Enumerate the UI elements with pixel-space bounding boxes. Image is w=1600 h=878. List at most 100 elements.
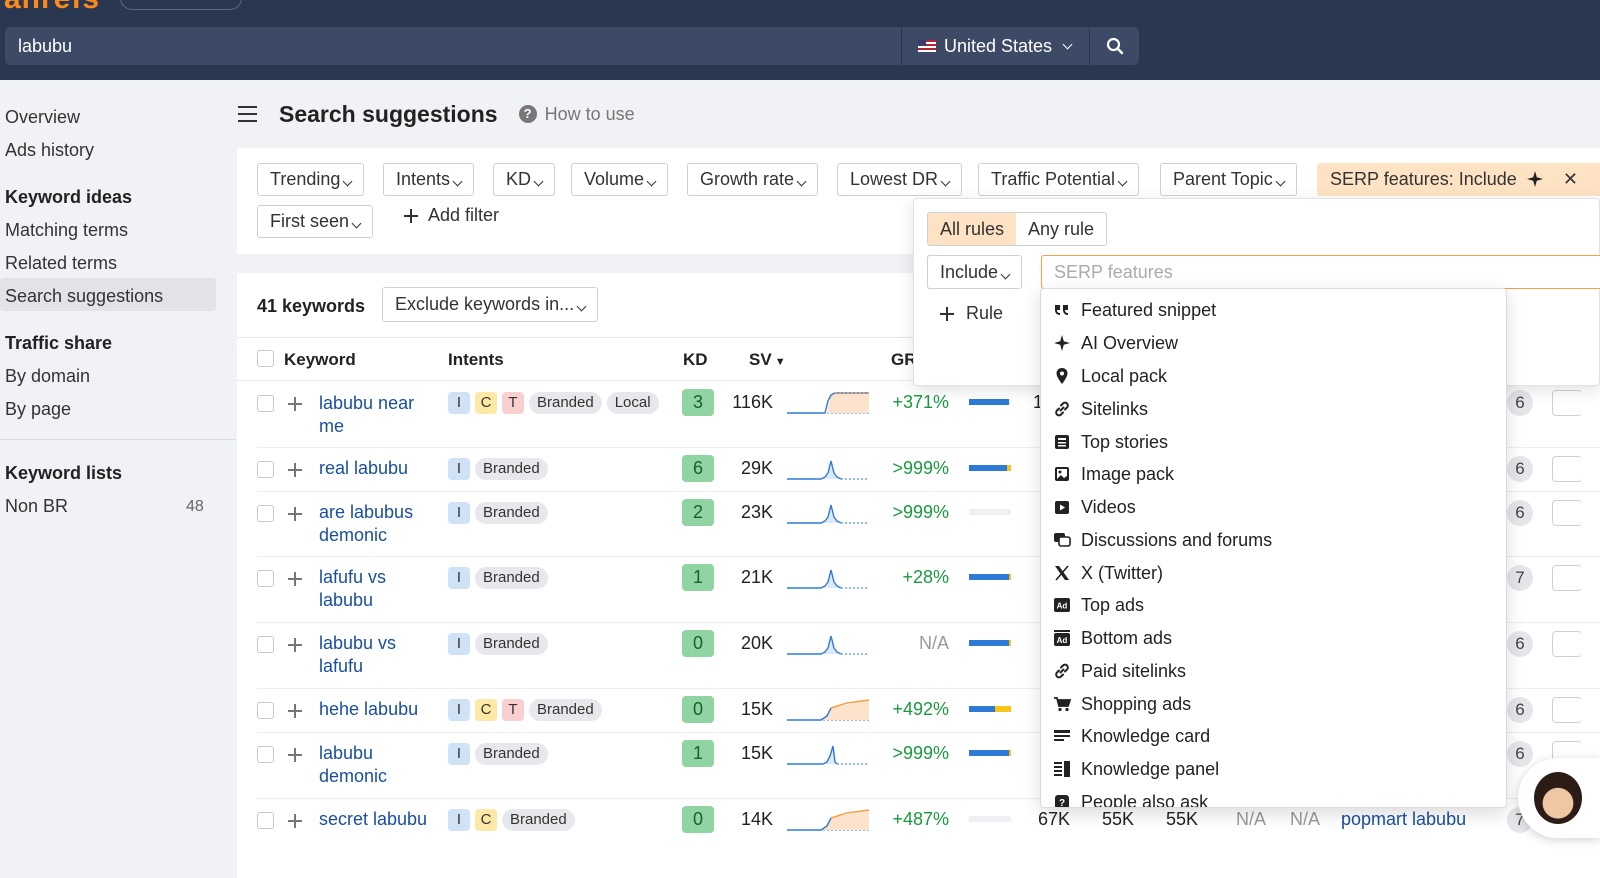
include-dropdown[interactable]: Include xyxy=(927,255,1023,289)
keyword-link[interactable]: lafufu vs labubu xyxy=(319,566,434,612)
chevron-down-icon xyxy=(1117,176,1128,187)
menu-item-featured-snippet[interactable]: Featured snippet xyxy=(1053,294,1216,326)
sidebar: Overview Ads history Keyword ideas Match… xyxy=(0,80,236,878)
add-to-list-icon[interactable] xyxy=(288,638,302,652)
add-to-list-icon[interactable] xyxy=(288,463,302,477)
parent-topic-link[interactable]: popmart labubu xyxy=(1341,809,1466,830)
keyword-link[interactable]: real labubu xyxy=(319,457,449,480)
sidebar-item-by-page[interactable]: By page xyxy=(5,399,71,420)
sidebar-item-by-domain[interactable]: By domain xyxy=(5,366,90,387)
intent-tags: I C T Branded Local xyxy=(448,392,659,414)
row-checkbox[interactable] xyxy=(257,505,274,522)
close-icon[interactable]: ✕ xyxy=(1563,169,1578,189)
add-to-list-icon[interactable] xyxy=(288,748,302,762)
row-checkbox[interactable] xyxy=(257,746,274,763)
row-action-button[interactable] xyxy=(1552,456,1582,482)
filter-traffic-potential[interactable]: Traffic Potential xyxy=(978,163,1140,196)
sidebar-item-matching-terms[interactable]: Matching terms xyxy=(5,220,128,241)
filter-first-seen[interactable]: First seen xyxy=(257,205,374,238)
support-chat-launcher[interactable] xyxy=(1518,758,1600,838)
row-checkbox[interactable] xyxy=(257,702,274,719)
keyword-link[interactable]: labubu near me xyxy=(319,392,434,438)
menu-item-sitelinks[interactable]: Sitelinks xyxy=(1053,393,1148,425)
serp-feature-count: 6 xyxy=(1507,741,1533,767)
menu-item-local-pack[interactable]: Local pack xyxy=(1053,360,1167,392)
workspace-switcher[interactable] xyxy=(120,0,242,10)
country-selector[interactable]: United States xyxy=(901,27,1089,65)
trend-sparkline xyxy=(787,635,869,655)
any-rule-option[interactable]: Any rule xyxy=(1016,213,1106,245)
row-checkbox[interactable] xyxy=(257,812,274,829)
serp-features-input[interactable] xyxy=(1041,255,1600,289)
sidebar-item-related-terms[interactable]: Related terms xyxy=(5,253,117,274)
row-action-button[interactable] xyxy=(1552,697,1582,723)
how-to-use-link[interactable]: ? How to use xyxy=(518,104,635,125)
sidebar-item-overview[interactable]: Overview xyxy=(5,107,80,128)
menu-item-shopping-ads[interactable]: Shopping ads xyxy=(1053,688,1191,720)
add-to-list-icon[interactable] xyxy=(288,507,302,521)
sidebar-item-keyword-list[interactable]: Non BR xyxy=(5,496,68,517)
add-rule-button[interactable]: Rule xyxy=(940,303,1003,324)
ahrefs-logo[interactable]: ahrefs xyxy=(4,0,100,16)
filter-lowest-dr[interactable]: Lowest DR xyxy=(837,163,963,196)
all-rules-option[interactable]: All rules xyxy=(928,213,1017,245)
menu-item-knowledge-panel[interactable]: Knowledge panel xyxy=(1053,753,1219,785)
keyword-search-input[interactable] xyxy=(5,27,901,65)
menu-item-label: Image pack xyxy=(1081,463,1175,484)
column-header-kd[interactable]: KD xyxy=(683,350,708,370)
menu-toggle-icon[interactable] xyxy=(238,106,257,122)
keyword-link[interactable]: secret labubu xyxy=(319,808,434,831)
select-all-checkbox[interactable] xyxy=(257,350,274,367)
row-action-button[interactable] xyxy=(1552,500,1582,526)
filter-intents[interactable]: Intents xyxy=(383,163,475,196)
menu-item-discussions-and-forums[interactable]: Discussions and forums xyxy=(1053,524,1272,556)
sidebar-item-search-suggestions[interactable]: Search suggestions xyxy=(5,286,163,307)
row-action-button[interactable] xyxy=(1552,631,1582,657)
add-to-list-icon[interactable] xyxy=(288,572,302,586)
add-filter-button[interactable]: Add filter xyxy=(404,205,499,226)
menu-item-label: People also ask xyxy=(1081,791,1209,808)
filter-parent-topic[interactable]: Parent Topic xyxy=(1160,163,1297,196)
row-checkbox[interactable] xyxy=(257,636,274,653)
menu-item-bottom-ads[interactable]: Ad Bottom ads xyxy=(1053,622,1172,654)
menu-item-top-stories[interactable]: Top stories xyxy=(1053,426,1168,458)
keyword-link[interactable]: labubu vs lafufu xyxy=(319,632,434,678)
column-header-sv[interactable]: SV ▼ xyxy=(749,350,786,370)
exclude-keywords-dropdown[interactable]: Exclude keywords in... xyxy=(382,287,599,322)
row-checkbox[interactable] xyxy=(257,570,274,587)
filter-volume[interactable]: Volume xyxy=(571,163,669,196)
row-action-button[interactable] xyxy=(1552,565,1582,591)
filter-serp-features[interactable]: SERP features: Include ✕ xyxy=(1317,163,1600,196)
growth-rate: +492% xyxy=(892,699,949,719)
add-to-list-icon[interactable] xyxy=(288,397,302,411)
filter-kd[interactable]: KD xyxy=(493,163,556,196)
row-checkbox[interactable] xyxy=(257,395,274,412)
serp-feature-count: 6 xyxy=(1507,631,1533,657)
add-to-list-icon[interactable] xyxy=(288,704,302,718)
menu-item-x-twitter[interactable]: X (Twitter) xyxy=(1053,557,1163,589)
filter-trending[interactable]: Trending xyxy=(257,163,365,196)
column-header-keyword[interactable]: Keyword xyxy=(284,350,356,370)
menu-item-videos[interactable]: Videos xyxy=(1053,491,1136,523)
cart-icon xyxy=(1054,697,1071,712)
menu-item-label: Discussions and forums xyxy=(1081,529,1273,550)
filter-growth-rate[interactable]: Growth rate xyxy=(687,163,819,196)
menu-item-paid-sitelinks[interactable]: Paid sitelinks xyxy=(1053,655,1186,687)
menu-item-knowledge-card[interactable]: Knowledge card xyxy=(1053,720,1210,752)
menu-item-people-also-ask[interactable]: ? People also ask xyxy=(1053,786,1209,808)
row-action-button[interactable] xyxy=(1552,390,1582,416)
add-to-list-icon[interactable] xyxy=(288,814,302,828)
chevron-down-icon xyxy=(1062,39,1073,49)
add-rule-label: Rule xyxy=(966,303,1004,323)
keyword-link[interactable]: are labubus demonic xyxy=(319,501,434,547)
keyword-link[interactable]: hehe labubu xyxy=(319,698,449,721)
keyword-link[interactable]: labubu demonic xyxy=(319,742,434,788)
column-header-intents[interactable]: Intents xyxy=(448,350,504,370)
row-checkbox[interactable] xyxy=(257,461,274,478)
menu-item-image-pack[interactable]: Image pack xyxy=(1053,458,1174,490)
menu-item-ai-overview[interactable]: AI Overview xyxy=(1053,327,1178,359)
search-button[interactable] xyxy=(1089,27,1139,65)
sidebar-item-ads-history[interactable]: Ads history xyxy=(5,140,94,161)
question-icon: ? xyxy=(1055,795,1069,807)
menu-item-top-ads[interactable]: Ad Top ads xyxy=(1053,589,1144,621)
